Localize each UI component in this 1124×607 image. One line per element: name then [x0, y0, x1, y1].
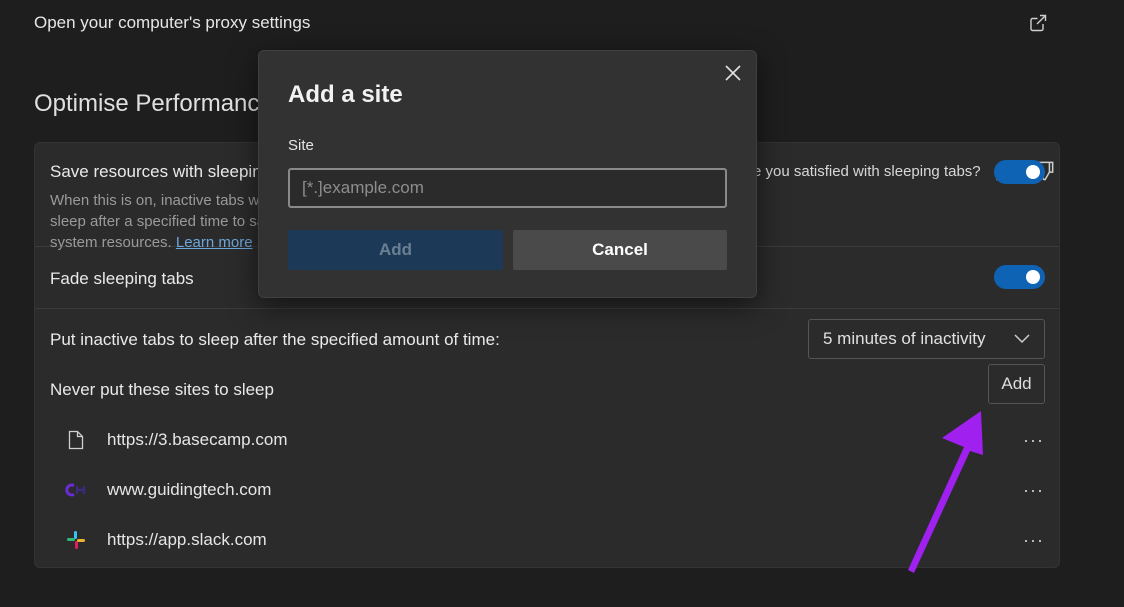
- site-list-item: https://app.slack.com ···: [35, 520, 1059, 560]
- site-url: www.guidingtech.com: [107, 480, 272, 499]
- proxy-settings-row[interactable]: Open your computer's proxy settings: [34, 10, 1060, 36]
- inactivity-select-value: 5 minutes of inactivity: [823, 329, 986, 348]
- site-field-label: Site: [288, 137, 314, 154]
- more-options-button[interactable]: ···: [1023, 530, 1044, 551]
- toggle-knob: [1026, 165, 1040, 179]
- page-icon: [65, 429, 87, 451]
- site-url: https://app.slack.com: [107, 530, 267, 549]
- chevron-down-icon: [1014, 334, 1030, 344]
- divider: [35, 308, 1059, 309]
- site-input[interactable]: [288, 168, 727, 208]
- feedback-question: Are you satisfied with sleeping tabs?: [738, 162, 981, 180]
- never-sleep-label: Never put these sites to sleep: [50, 380, 274, 399]
- dialog-cancel-button[interactable]: Cancel: [513, 230, 727, 270]
- more-options-button[interactable]: ···: [1023, 480, 1044, 501]
- inactivity-label: Put inactive tabs to sleep after the spe…: [50, 330, 500, 349]
- site-list-item: https://3.basecamp.com ···: [35, 420, 1059, 460]
- guidingtech-icon: [65, 479, 87, 501]
- dialog-title: Add a site: [288, 81, 403, 108]
- inactivity-select[interactable]: 5 minutes of inactivity: [808, 319, 1045, 359]
- add-site-button[interactable]: Add: [988, 364, 1045, 404]
- more-options-button[interactable]: ···: [1023, 430, 1044, 451]
- fade-sleeping-tabs-toggle[interactable]: [994, 265, 1045, 289]
- proxy-settings-label: Open your computer's proxy settings: [34, 13, 311, 32]
- section-title: Optimise Performance: [34, 90, 273, 117]
- fade-sleeping-tabs-title: Fade sleeping tabs: [50, 269, 194, 288]
- external-link-icon[interactable]: [1028, 13, 1048, 33]
- dialog-add-button[interactable]: Add: [288, 230, 503, 270]
- add-site-dialog: Add a site Site Add Cancel: [258, 50, 757, 298]
- slack-icon: [65, 529, 87, 551]
- toggle-knob: [1026, 270, 1040, 284]
- site-list-item: www.guidingtech.com ···: [35, 470, 1059, 510]
- learn-more-link[interactable]: Learn more: [176, 234, 253, 251]
- close-icon[interactable]: [723, 63, 743, 83]
- site-url: https://3.basecamp.com: [107, 430, 288, 449]
- sleeping-tabs-toggle[interactable]: [994, 160, 1045, 184]
